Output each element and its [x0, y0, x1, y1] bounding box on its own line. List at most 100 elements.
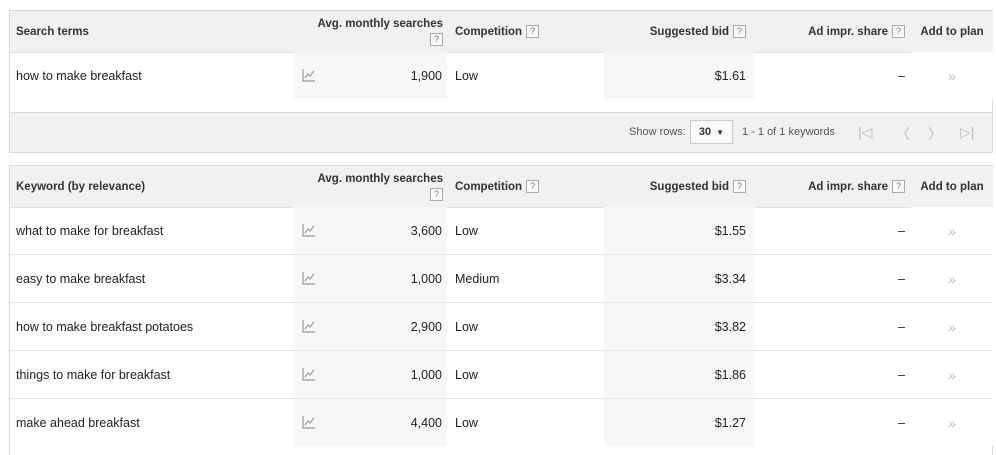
trend-cell: 3,600: [294, 207, 447, 254]
rows-per-page-select[interactable]: 30 ▼: [690, 120, 733, 144]
header-avg-monthly-searches[interactable]: Avg. monthly searches ?: [294, 11, 447, 52]
table-header: Search terms Avg. monthly searches ? Com…: [10, 11, 993, 53]
header-ad-impr-share[interactable]: Ad impr. share ?: [754, 166, 911, 207]
search-term-cell: how to make breakfast: [16, 68, 142, 83]
prev-page-icon[interactable]: 〈: [896, 124, 910, 144]
keyword-cell: how to make breakfast potatoes: [16, 319, 194, 334]
ad-impr-share: –: [898, 367, 905, 382]
help-icon[interactable]: ?: [430, 187, 443, 201]
trend-cell: 2,900: [294, 303, 447, 350]
add-to-plan-button[interactable]: »: [911, 351, 993, 398]
header-ad-impr-share[interactable]: Ad impr. share ?: [754, 11, 911, 52]
header-add-to-plan: Add to plan: [911, 11, 993, 52]
show-rows-label: Show rows:: [629, 126, 686, 138]
table-row: make ahead breakfast 4,400 Low $1.27 – »: [10, 398, 993, 446]
avg-monthly-searches: 4,400: [410, 415, 442, 430]
header-search-terms[interactable]: Search terms: [16, 11, 296, 52]
suggested-bid: $3.34: [604, 255, 754, 302]
header-competition[interactable]: Competition ?: [447, 11, 604, 52]
trend-chart-icon[interactable]: [302, 223, 316, 237]
keyword-cell: what to make for breakfast: [16, 223, 164, 238]
header-label: Ad impr. share: [808, 25, 888, 38]
header-label: Competition: [455, 180, 523, 193]
ad-impr-share: –: [898, 223, 905, 238]
help-icon[interactable]: ?: [430, 32, 443, 46]
page-range-text: 1 - 1 of 1 keywords: [742, 126, 835, 138]
add-to-plan-button[interactable]: »: [911, 255, 993, 302]
keyword-ideas-table: Keyword (by relevance) Avg. monthly sear…: [9, 165, 993, 455]
table-row: things to make for breakfast 1,000 Low $…: [10, 350, 993, 398]
ad-impr-share: –: [898, 271, 905, 286]
add-to-plan-icon[interactable]: »: [948, 271, 956, 287]
trend-chart-icon[interactable]: [302, 367, 316, 381]
add-to-plan-button[interactable]: »: [911, 207, 993, 254]
competition-value: Low: [455, 319, 478, 334]
ad-impr-share: –: [898, 68, 905, 83]
trend-cell: 1,000: [294, 255, 447, 302]
competition-value: Low: [455, 367, 478, 382]
trend-cell: 1,000: [294, 351, 447, 398]
table-row: what to make for breakfast 3,600 Low $1.…: [10, 207, 993, 254]
trend-chart-icon[interactable]: [302, 271, 316, 285]
add-to-plan-button[interactable]: »: [911, 52, 993, 99]
ad-impr-share: –: [898, 319, 905, 334]
add-to-plan-icon[interactable]: »: [948, 367, 956, 383]
help-icon[interactable]: ?: [526, 25, 540, 38]
avg-monthly-searches: 1,000: [410, 271, 442, 286]
trend-cell: 4,400: [294, 399, 447, 446]
header-label: Ad impr. share: [808, 180, 888, 193]
suggested-bid: $1.61: [604, 52, 754, 99]
help-icon[interactable]: ?: [892, 25, 905, 38]
header-competition[interactable]: Competition ?: [447, 166, 604, 207]
keyword-rows: what to make for breakfast 3,600 Low $1.…: [10, 207, 993, 446]
help-icon[interactable]: ?: [733, 25, 746, 38]
header-label: Suggested bid: [649, 180, 729, 193]
header-suggested-bid[interactable]: Suggested bid ?: [604, 11, 754, 52]
add-to-plan-icon[interactable]: »: [948, 223, 956, 239]
last-page-icon[interactable]: ▷|: [960, 124, 974, 141]
suggested-bid: $3.82: [604, 303, 754, 350]
first-page-icon[interactable]: |◁: [858, 124, 872, 141]
trend-cell: 1,900: [294, 52, 447, 99]
header-keyword-by-relevance[interactable]: Keyword (by relevance): [16, 166, 296, 207]
keyword-cell: easy to make breakfast: [16, 271, 146, 286]
keyword-cell: make ahead breakfast: [16, 415, 140, 430]
header-add-to-plan: Add to plan: [911, 166, 993, 207]
add-to-plan-button[interactable]: »: [911, 399, 993, 446]
header-avg-monthly-searches[interactable]: Avg. monthly searches ?: [294, 166, 447, 207]
trend-chart-icon[interactable]: [302, 68, 316, 82]
pagination-bar: Show rows: 30 ▼ 1 - 1 of 1 keywords |◁ 〈…: [9, 113, 993, 153]
trend-chart-icon[interactable]: [302, 319, 316, 333]
add-to-plan-button[interactable]: »: [911, 303, 993, 350]
header-suggested-bid[interactable]: Suggested bid ?: [604, 166, 754, 207]
chevron-down-icon: ▼: [716, 127, 725, 137]
trend-chart-icon[interactable]: [302, 415, 316, 429]
help-icon[interactable]: ?: [526, 180, 540, 193]
table-row: easy to make breakfast 1,000 Medium $3.3…: [10, 254, 993, 302]
rows-per-page-value: 30: [698, 126, 712, 138]
add-to-plan-icon[interactable]: »: [948, 415, 956, 431]
help-icon[interactable]: ?: [733, 180, 746, 193]
add-to-plan-icon[interactable]: »: [948, 319, 956, 335]
suggested-bid: $1.86: [604, 351, 754, 398]
avg-monthly-searches: 1,000: [410, 367, 442, 382]
competition-value: Low: [455, 68, 478, 83]
suggested-bid: $1.55: [604, 207, 754, 254]
competition-value: Low: [455, 415, 478, 430]
header-label: Avg. monthly searches: [317, 17, 443, 30]
header-label: Suggested bid: [649, 25, 729, 38]
next-page-icon[interactable]: 〉: [928, 124, 942, 144]
ad-impr-share: –: [898, 415, 905, 430]
help-icon[interactable]: ?: [892, 180, 905, 193]
add-to-plan-icon[interactable]: »: [948, 68, 956, 84]
header-label: Competition: [455, 25, 523, 38]
table-header: Keyword (by relevance) Avg. monthly sear…: [10, 166, 993, 208]
avg-monthly-searches: 3,600: [410, 223, 442, 238]
header-label: Avg. monthly searches: [317, 172, 443, 185]
avg-monthly-searches: 2,900: [410, 319, 442, 334]
search-terms-table: Search terms Avg. monthly searches ? Com…: [9, 10, 993, 113]
suggested-bid: $1.27: [604, 399, 754, 446]
table-row: how to make breakfast potatoes 2,900 Low…: [10, 302, 993, 350]
competition-value: Low: [455, 223, 478, 238]
keyword-cell: things to make for breakfast: [16, 367, 171, 382]
